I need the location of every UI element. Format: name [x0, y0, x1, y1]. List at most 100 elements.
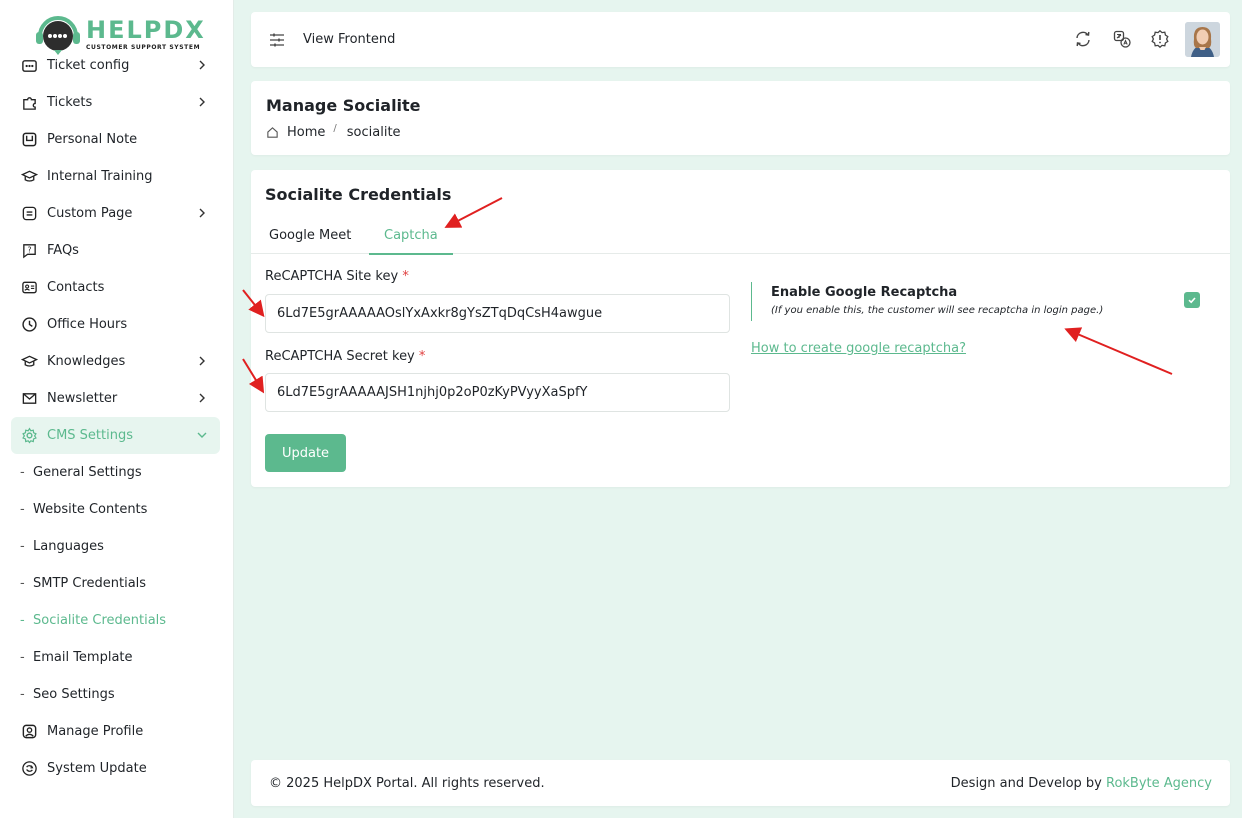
check-icon [1188, 297, 1196, 304]
sidebar-item-label: Custom Page [47, 206, 133, 221]
sidebar-subitem-label: Email Template [33, 650, 133, 665]
sidebar-item-knowledges[interactable]: Knowledges [11, 343, 220, 380]
chevron-down-icon [197, 432, 207, 438]
dash-bullet: - [20, 502, 25, 517]
sidebar-item-label: Newsletter [47, 391, 118, 406]
sidebar-item-manage-profile[interactable]: Manage Profile [11, 713, 220, 750]
sidebar-item-custom-page[interactable]: Custom Page [11, 195, 220, 232]
chevron-right-icon [199, 60, 205, 70]
recaptcha-help-link[interactable]: How to create google recaptcha? [751, 341, 966, 356]
recaptcha-enable-checkbox[interactable] [1184, 292, 1200, 308]
puzzle-icon [20, 94, 38, 112]
sidebar: HELPDX CUSTOMER SUPPORT SYSTEM Ticket co… [0, 0, 234, 818]
user-icon [20, 723, 38, 741]
sidebar-item-internal-training[interactable]: Internal Training [11, 158, 220, 195]
contact-card-icon [20, 279, 38, 297]
gear-icon [20, 427, 38, 445]
sidebar-subitem-email-template[interactable]: - Email Template [11, 639, 220, 676]
ticket-config-icon [20, 57, 38, 75]
agency-link[interactable]: RokByte Agency [1106, 776, 1212, 791]
sidebar-nav: Ticket config Tickets Personal Note Inte… [11, 47, 220, 787]
graduation-icon [20, 353, 38, 371]
note-icon [20, 131, 38, 149]
sidebar-item-label: Tickets [47, 95, 93, 110]
required-marker: * [418, 349, 426, 364]
chevron-right-icon [199, 356, 205, 366]
footer-copyright: © 2025 HelpDX Portal. All rights reserve… [269, 776, 545, 791]
section-title: Socialite Credentials [265, 185, 452, 204]
brand-tagline: CUSTOMER SUPPORT SYSTEM [86, 44, 201, 51]
site-key-input[interactable] [265, 294, 730, 333]
dash-bullet: - [20, 539, 25, 554]
site-key-label-text: ReCAPTCHA Site key [265, 269, 399, 284]
question-icon: ? [20, 242, 38, 260]
sidebar-item-tickets[interactable]: Tickets [11, 84, 220, 121]
sidebar-item-office-hours[interactable]: Office Hours [11, 306, 220, 343]
footer: © 2025 HelpDX Portal. All rights reserve… [251, 760, 1230, 806]
dash-bullet: - [20, 465, 25, 480]
sidebar-subitem-label: Languages [33, 539, 104, 554]
tab-google-meet[interactable]: Google Meet [269, 228, 351, 253]
dash-bullet: - [20, 613, 25, 628]
required-marker: * [402, 269, 409, 284]
sidebar-item-cms-settings[interactable]: CMS Settings [11, 417, 220, 454]
chevron-right-icon [199, 208, 205, 218]
page-icon [20, 205, 38, 223]
tabs: Google Meet Captcha [251, 222, 1230, 255]
chevron-right-icon [199, 393, 205, 403]
sidebar-subitem-website-contents[interactable]: - Website Contents [11, 491, 220, 528]
sidebar-item-personal-note[interactable]: Personal Note [11, 121, 220, 158]
secret-key-label: ReCAPTCHA Secret key * [265, 349, 425, 364]
breadcrumb-home[interactable]: Home [287, 125, 325, 140]
topbar: View Frontend [251, 12, 1230, 67]
sliders-menu-icon[interactable] [268, 31, 286, 49]
sidebar-subitem-label: Seo Settings [33, 687, 115, 702]
sidebar-subitem-smtp-credentials[interactable]: - SMTP Credentials [11, 565, 220, 602]
sidebar-subitem-label: Socialite Credentials [33, 613, 167, 628]
svg-text:?: ? [27, 245, 31, 254]
sidebar-subitem-socialite-credentials[interactable]: - Socialite Credentials [11, 602, 220, 639]
tab-captcha[interactable]: Captcha [369, 228, 453, 255]
breadcrumb-current: socialite [346, 125, 401, 140]
sidebar-item-label: Internal Training [47, 169, 153, 184]
sidebar-item-label: Knowledges [47, 354, 126, 369]
sidebar-item-faqs[interactable]: ? FAQs [11, 232, 220, 269]
sidebar-item-label: CMS Settings [47, 428, 133, 443]
sync-icon[interactable] [1073, 29, 1093, 49]
avatar[interactable] [1185, 22, 1220, 57]
recaptcha-title: Enable Google Recaptcha [771, 285, 958, 300]
headset-logo-icon [34, 14, 82, 56]
clock-icon [20, 316, 38, 334]
mail-icon [20, 390, 38, 408]
update-button[interactable]: Update [265, 434, 346, 472]
sidebar-subitem-general-settings[interactable]: - General Settings [11, 454, 220, 491]
recaptcha-toggle-group: Enable Google Recaptcha (If you enable t… [751, 282, 1206, 321]
refresh-icon [20, 760, 38, 778]
sidebar-subitem-seo-settings[interactable]: - Seo Settings [11, 676, 220, 713]
sidebar-item-contacts[interactable]: Contacts [11, 269, 220, 306]
sidebar-item-label: Personal Note [47, 132, 138, 147]
sidebar-item-label: Contacts [47, 280, 105, 295]
sidebar-subitem-label: Website Contents [33, 502, 148, 517]
recaptcha-note: (If you enable this, the customer will s… [771, 305, 1104, 316]
secret-key-input[interactable] [265, 373, 730, 412]
alert-icon[interactable] [1150, 29, 1170, 49]
breadcrumb: Home / socialite [266, 123, 401, 140]
sidebar-item-label: System Update [47, 761, 147, 776]
sidebar-subitem-languages[interactable]: - Languages [11, 528, 220, 565]
sidebar-item-label: Ticket config [47, 58, 130, 73]
secret-key-label-text: ReCAPTCHA Secret key [265, 349, 415, 364]
dash-bullet: - [20, 576, 25, 591]
graduation-icon [20, 168, 38, 186]
sidebar-item-label: Manage Profile [47, 724, 144, 739]
brand-logo[interactable]: HELPDX CUSTOMER SUPPORT SYSTEM [34, 12, 204, 58]
sidebar-item-system-update[interactable]: System Update [11, 750, 220, 787]
translate-icon[interactable] [1112, 29, 1132, 49]
dash-bullet: - [20, 650, 25, 665]
view-frontend-link[interactable]: View Frontend [303, 32, 395, 47]
brand-name: HELPDX [86, 16, 206, 44]
site-key-label: ReCAPTCHA Site key * [265, 269, 409, 284]
breadcrumb-separator: / [333, 123, 337, 134]
sidebar-item-newsletter[interactable]: Newsletter [11, 380, 220, 417]
dash-bullet: - [20, 687, 25, 702]
